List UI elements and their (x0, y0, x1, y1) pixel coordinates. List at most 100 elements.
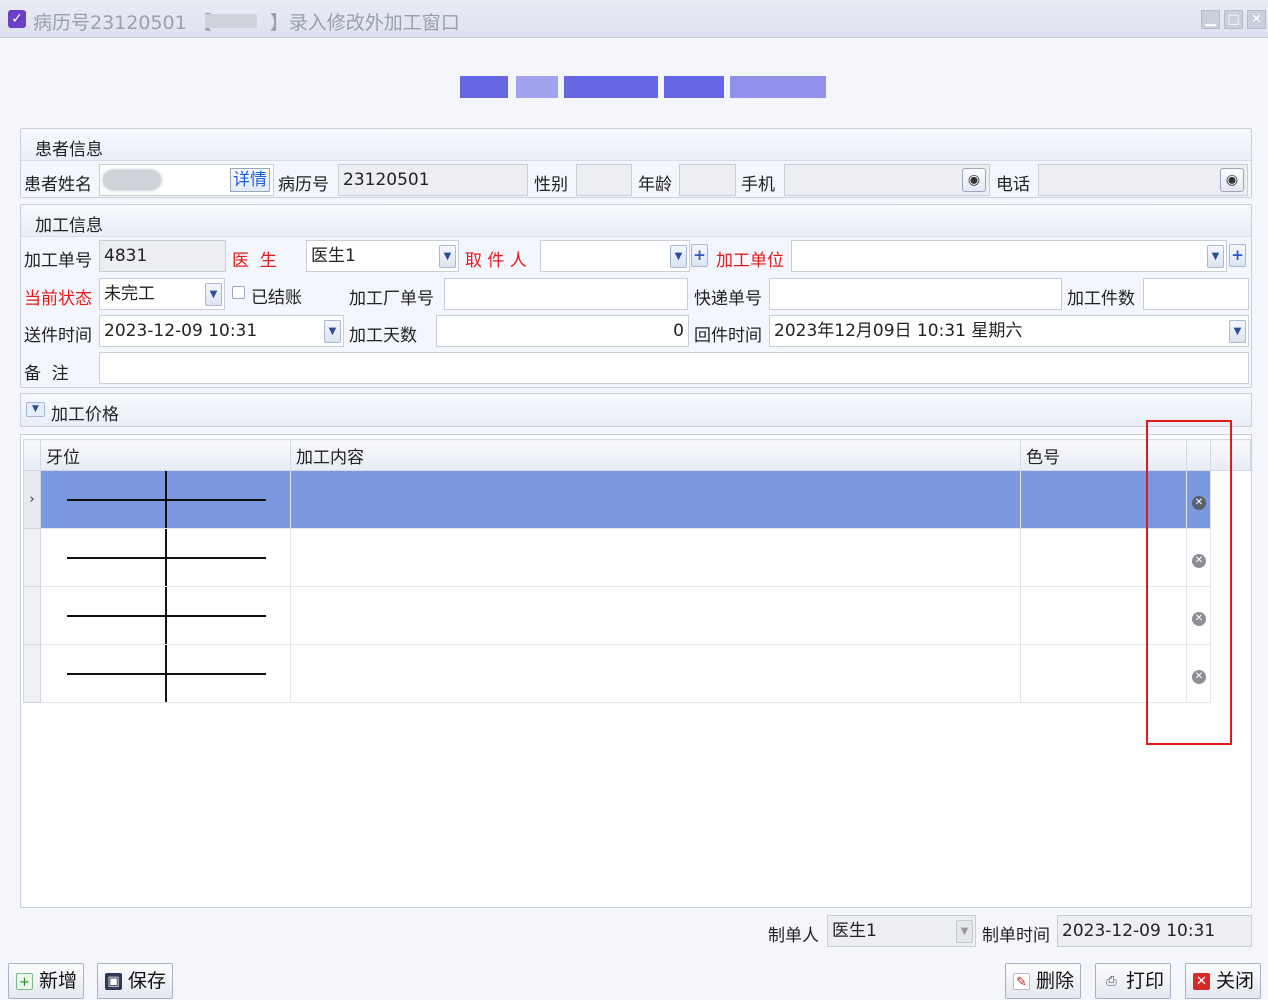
current-status-label: 当前状态 (24, 289, 92, 309)
pickup-person-label: 取 件 人 (465, 251, 527, 271)
processing-days-field[interactable]: 0 (436, 315, 689, 347)
piece-count-label: 加工件数 (1067, 289, 1135, 309)
patient-name-label: 患者姓名 (24, 175, 92, 195)
patient-info-header: 患者信息 (21, 129, 1251, 161)
save-button-label: 保存 (128, 970, 167, 992)
table-row[interactable]: › ✕ (23, 470, 1251, 529)
doctor-value: 医生1 (311, 246, 356, 266)
content-cell[interactable] (290, 528, 1021, 587)
gender-field[interactable] (576, 164, 632, 196)
column-header-content[interactable]: 加工内容 (290, 439, 1021, 471)
piece-count-field[interactable] (1143, 278, 1249, 310)
record-number-label: 病历号 (278, 175, 329, 195)
creator-select[interactable]: 医生1 ▼ (827, 915, 976, 947)
status-dropdown-icon[interactable]: ▼ (205, 283, 222, 306)
tooth-position-cell[interactable] (40, 644, 291, 703)
processing-info-header: 加工信息 (21, 205, 1251, 237)
settled-label: 已结账 (251, 288, 302, 308)
close-window-button[interactable]: ✕ (1247, 10, 1266, 29)
creator-dropdown-icon[interactable]: ▼ (956, 920, 973, 943)
price-section-title: 加工价格 (51, 405, 119, 425)
price-section-header[interactable]: ▼ 加工价格 (20, 393, 1252, 427)
order-number-label: 加工单号 (24, 251, 92, 271)
pickup-dropdown-icon[interactable]: ▼ (670, 245, 687, 268)
minimize-button[interactable]: ▁ (1201, 10, 1220, 29)
window-check-icon: ✓ (8, 10, 26, 28)
row-indicator: › (23, 470, 41, 529)
record-number-field[interactable]: 23120501 (338, 164, 528, 196)
mobile-eye-icon[interactable]: ◉ (962, 168, 986, 192)
mobile-field[interactable]: ◉ (784, 164, 990, 196)
unit-add-icon[interactable]: + (1229, 244, 1246, 267)
unit-dropdown-icon[interactable]: ▼ (1207, 245, 1224, 268)
tooth-chart-icon (41, 587, 290, 644)
collapse-chevron-icon[interactable]: ▼ (26, 402, 45, 417)
redacted-heading (460, 76, 826, 98)
table-row[interactable]: ✕ (23, 586, 1251, 645)
row-indicator (23, 586, 41, 645)
tooth-position-cell[interactable] (40, 528, 291, 587)
printer-icon: ⎙ (1106, 974, 1117, 989)
save-icon: ▣ (105, 973, 122, 990)
remark-field[interactable] (99, 352, 1249, 384)
phone-eye-icon[interactable]: ◉ (1220, 168, 1244, 192)
send-time-label: 送件时间 (24, 326, 92, 346)
pickup-add-icon[interactable]: + (691, 244, 708, 267)
age-field[interactable] (679, 164, 736, 196)
row-indicator (23, 528, 41, 587)
delete-icon: ✎ (1013, 973, 1030, 990)
table-row[interactable]: ✕ (23, 644, 1251, 703)
status-select[interactable]: 未完工 ▼ (99, 278, 225, 310)
content-cell[interactable] (290, 644, 1021, 703)
window-title-prefix: 病历号23120501 【 (33, 12, 212, 34)
settled-checkbox[interactable] (232, 286, 245, 299)
tooth-position-cell[interactable] (40, 586, 291, 645)
processing-unit-select[interactable]: ▼ (791, 240, 1227, 272)
send-time-value: 2023-12-09 10:31 (104, 321, 258, 341)
send-time-picker[interactable]: 2023-12-09 10:31 ▼ (99, 315, 344, 347)
content-cell[interactable] (290, 470, 1021, 529)
row-indicator-header (23, 439, 41, 471)
return-time-picker[interactable]: 2023年12月09日 10:31 星期六 ▼ (769, 315, 1249, 347)
status-value: 未完工 (104, 284, 155, 304)
item-table: 牙位 加工内容 色号 › ✕ ✕ ✕ ✕ (23, 439, 1251, 703)
patient-name-field[interactable]: 详情 (99, 164, 274, 196)
creator-label: 制单人 (768, 926, 819, 946)
close-icon: ✕ (1193, 973, 1210, 990)
express-number-field[interactable] (769, 278, 1062, 310)
processing-unit-label: 加工单位 (716, 251, 784, 271)
doctor-select[interactable]: 医生1 ▼ (306, 240, 459, 272)
pickup-person-select[interactable]: ▼ (540, 240, 690, 272)
factory-number-field[interactable] (444, 278, 688, 310)
tooth-chart-icon (41, 529, 290, 586)
remark-label: 备 注 (24, 364, 69, 384)
content-cell[interactable] (290, 586, 1021, 645)
redacted-patient-name (102, 169, 162, 191)
delete-button[interactable]: ✎ 删除 (1005, 963, 1082, 999)
created-time-label: 制单时间 (982, 926, 1050, 946)
save-button[interactable]: ▣ 保存 (97, 963, 174, 999)
close-button[interactable]: ✕ 关闭 (1185, 963, 1262, 999)
table-row[interactable]: ✕ (23, 528, 1251, 587)
delete-button-label: 删除 (1036, 970, 1075, 992)
print-button-label: 打印 (1126, 970, 1165, 992)
item-grid: 牙位 加工内容 色号 › ✕ ✕ ✕ ✕ (20, 434, 1252, 908)
return-time-dropdown-icon[interactable]: ▼ (1229, 320, 1246, 343)
return-time-value: 2023年12月09日 10:31 星期六 (774, 321, 1023, 341)
tooth-position-cell[interactable] (40, 470, 291, 529)
column-header-tooth[interactable]: 牙位 (40, 439, 291, 471)
window-titlebar: ✓ 病历号23120501 【 】录入修改外加工窗口 ▁ □ ✕ (0, 0, 1268, 38)
phone-label: 电话 (996, 175, 1030, 195)
doctor-dropdown-icon[interactable]: ▼ (439, 245, 456, 268)
maximize-button[interactable]: □ (1224, 10, 1243, 29)
details-button[interactable]: 详情 (230, 168, 270, 192)
phone-field[interactable]: ◉ (1038, 164, 1248, 196)
print-button[interactable]: ⎙ 打印 (1095, 963, 1172, 999)
order-number-field[interactable]: 4831 (99, 240, 226, 272)
close-button-label: 关闭 (1216, 970, 1255, 992)
patient-info-title: 患者信息 (35, 140, 103, 160)
created-time-field[interactable]: 2023-12-09 10:31 (1057, 915, 1252, 947)
add-button[interactable]: + 新增 (8, 963, 85, 999)
doctor-label: 医 生 (232, 251, 277, 271)
send-time-dropdown-icon[interactable]: ▼ (324, 320, 341, 343)
